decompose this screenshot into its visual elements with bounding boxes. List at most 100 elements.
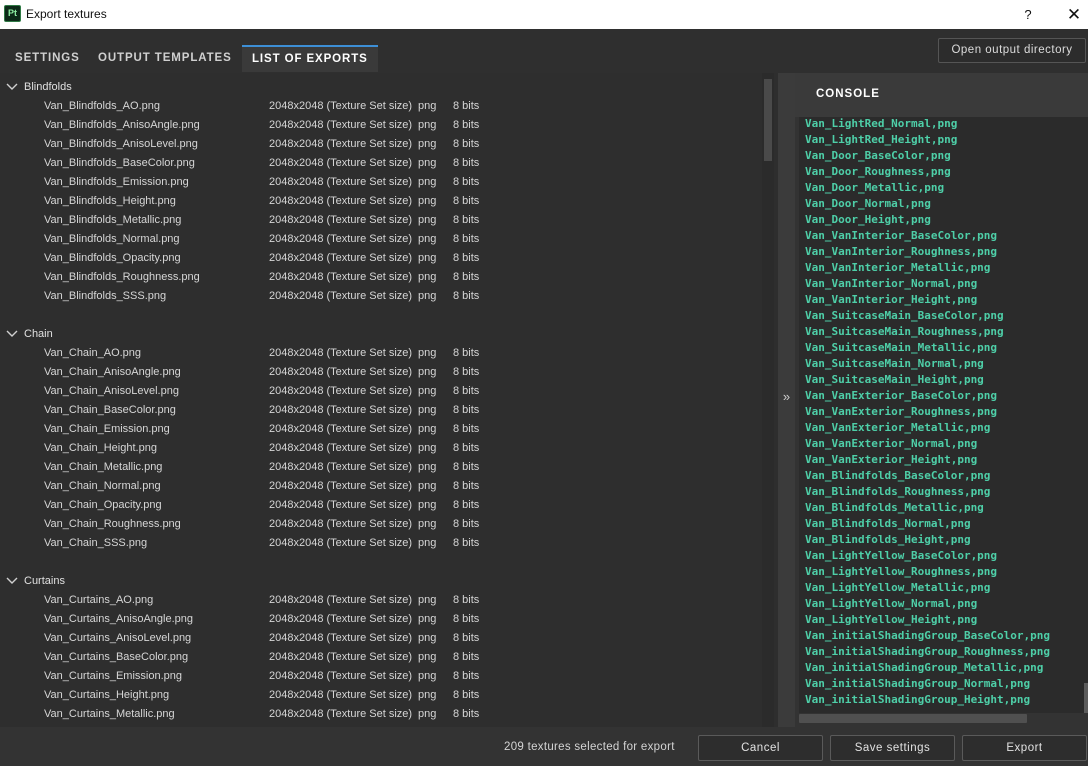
export-row[interactable]: Van_Blindfolds_Opacity.png 2048x2048 (Tex… [0,249,760,268]
console-line: Van_VanExterior_BaseColor,png [805,389,998,402]
console-line: Van_Door_BaseColor,png [805,149,951,162]
file-name: Van_Curtains_AnisoLevel.png [44,632,192,644]
file-format: png [418,708,437,720]
export-button[interactable]: Export [962,735,1087,761]
export-row[interactable]: Van_Chain_Emission.png 2048x2048 (Texture… [0,420,760,439]
panel-splitter[interactable]: » [778,73,795,727]
file-size: 2048x2048 (Texture Set size) [269,537,413,549]
file-format: png [418,290,437,302]
file-name: Van_Chain_Opacity.png [44,499,162,511]
cancel-button[interactable]: Cancel [698,735,823,761]
file-bit-depth: 8 bits [453,100,480,112]
console-line: Van_LightYellow_Metallic,png [805,581,991,594]
export-row[interactable]: Van_Chain_Opacity.png 2048x2048 (Texture … [0,496,760,515]
chevron-down-icon[interactable] [5,80,19,94]
file-bit-depth: 8 bits [453,461,480,473]
file-bit-depth: 8 bits [453,366,480,378]
export-row[interactable]: Van_Blindfolds_Metallic.png 2048x2048 (Te… [0,211,760,230]
chevron-down-icon[interactable] [5,574,19,588]
help-button[interactable]: ? [1008,0,1048,29]
file-bit-depth: 8 bits [453,632,480,644]
file-size: 2048x2048 (Texture Set size) [269,423,413,435]
export-row[interactable]: Van_Chain_BaseColor.png 2048x2048 (Textur… [0,401,760,420]
file-size: 2048x2048 (Texture Set size) [269,195,413,207]
save-settings-button[interactable]: Save settings [830,735,955,761]
file-bit-depth: 8 bits [453,442,480,454]
file-name: Van_Chain_Metallic.png [44,461,163,473]
export-row[interactable]: Van_Chain_AO.png 2048x2048 (Texture Set s… [0,344,760,363]
file-bit-depth: 8 bits [453,214,480,226]
chevron-down-icon[interactable] [5,327,19,341]
file-format: png [418,271,437,283]
export-row[interactable]: Van_Blindfolds_Emission.png 2048x2048 (Te… [0,173,760,192]
console-horizontal-scrollbar[interactable] [799,714,1027,723]
export-row[interactable]: Van_Chain_AnisoAngle.png 2048x2048 (Textu… [0,363,760,382]
file-name: Van_Blindfolds_AnisoLevel.png [44,138,198,150]
export-row[interactable]: Van_Blindfolds_Normal.png 2048x2048 (Text… [0,230,760,249]
export-row[interactable]: Van_Blindfolds_BaseColor.png 2048x2048 (T… [0,154,760,173]
console-line: Van_LightRed_Height,png [805,133,958,146]
collapse-arrow-icon[interactable]: » [778,389,795,404]
export-row[interactable]: Van_Curtains_BaseColor.png 2048x2048 (Tex… [0,648,760,667]
list-scrollbar-track[interactable] [762,73,774,727]
export-row[interactable]: Van_Blindfolds_Roughness.png 2048x2048 (T… [0,268,760,287]
export-row[interactable]: Van_Chain_Roughness.png 2048x2048 (Textur… [0,515,760,534]
export-row[interactable]: Van_Curtains_Height.png 2048x2048 (Textur… [0,686,760,705]
file-size: 2048x2048 (Texture Set size) [269,347,413,359]
console-line: Van_LightYellow_Normal,png [805,597,978,610]
tab-list-of-exports[interactable]: LIST OF EXPORTS [242,45,378,72]
export-row[interactable]: Van_Blindfolds_AO.png 2048x2048 (Texture … [0,97,760,116]
file-size: 2048x2048 (Texture Set size) [269,214,413,226]
footer-bar: 209 textures selected for export Cancel … [0,727,1088,766]
export-row[interactable]: Van_Blindfolds_AnisoAngle.png 2048x2048 (… [0,116,760,135]
export-row[interactable]: Van_Chain_Normal.png 2048x2048 (Texture S… [0,477,760,496]
console-line: Van_Door_Metallic,png [805,181,945,194]
file-name: Van_Chain_AnisoLevel.png [44,385,179,397]
file-format: png [418,442,437,454]
console-line: Van_VanExterior_Metallic,png [805,421,991,434]
export-row[interactable]: Van_Curtains_AnisoLevel.png 2048x2048 (Te… [0,629,760,648]
tab-output-templates[interactable]: OUTPUT TEMPLATES [88,45,242,72]
export-row[interactable]: Van_Curtains_AO.png 2048x2048 (Texture Se… [0,591,760,610]
console-line: Van_VanInterior_Height,png [805,293,978,306]
console-header: CONSOLE [795,73,1088,117]
console-line: Van_SuitcaseMain_Height,png [805,373,984,386]
file-format: png [418,233,437,245]
export-row[interactable]: Van_Chain_AnisoLevel.png 2048x2048 (Textu… [0,382,760,401]
file-size: 2048x2048 (Texture Set size) [269,461,413,473]
file-format: png [418,651,437,663]
file-format: png [418,404,437,416]
export-row[interactable]: Van_Chain_Height.png 2048x2048 (Texture S… [0,439,760,458]
open-output-directory-button[interactable]: Open output directory [938,38,1086,63]
tab-settings[interactable]: SETTINGS [5,45,90,72]
export-row[interactable]: Van_Blindfolds_SSS.png 2048x2048 (Texture… [0,287,760,306]
file-format: png [418,632,437,644]
file-bit-depth: 8 bits [453,271,480,283]
export-row[interactable]: Van_Chain_SSS.png 2048x2048 (Texture Set … [0,534,760,553]
export-row[interactable]: Van_Blindfolds_Height.png 2048x2048 (Text… [0,192,760,211]
file-name: Van_Chain_SSS.png [44,537,148,549]
console-line: Van_SuitcaseMain_BaseColor,png [805,309,1004,322]
file-name: Van_Blindfolds_Normal.png [44,233,180,245]
file-format: png [418,670,437,682]
list-scrollbar-thumb[interactable] [764,79,772,161]
export-row[interactable]: Van_Curtains_AnisoAngle.png 2048x2048 (Te… [0,610,760,629]
export-row[interactable]: Van_Curtains_Emission.png 2048x2048 (Text… [0,667,760,686]
export-row[interactable]: Van_Blindfolds_AnisoLevel.png 2048x2048 (… [0,135,760,154]
file-name: Van_Curtains_AO.png [44,594,154,606]
console-line: Van_Blindfolds_BaseColor,png [805,469,991,482]
console-line: Van_SuitcaseMain_Roughness,png [805,325,1004,338]
file-bit-depth: 8 bits [453,385,480,397]
file-format: png [418,480,437,492]
export-row[interactable]: Van_Chain_Metallic.png 2048x2048 (Texture… [0,458,760,477]
console-line: Van_VanInterior_BaseColor,png [805,229,998,242]
export-list: Blindfolds Van_Blindfolds_AO.png 2048x2048… [0,73,778,727]
export-row[interactable]: Van_Curtains_Metallic.png 2048x2048 (Text… [0,705,760,724]
console-line: Van_LightYellow_Height,png [805,613,978,626]
file-bit-depth: 8 bits [453,252,480,264]
file-bit-depth: 8 bits [453,689,480,701]
console-vertical-scrollbar[interactable] [1084,683,1088,713]
file-name: Van_Curtains_Height.png [44,689,170,701]
file-size: 2048x2048 (Texture Set size) [269,632,413,644]
close-button[interactable]: ✕ [1054,0,1088,29]
